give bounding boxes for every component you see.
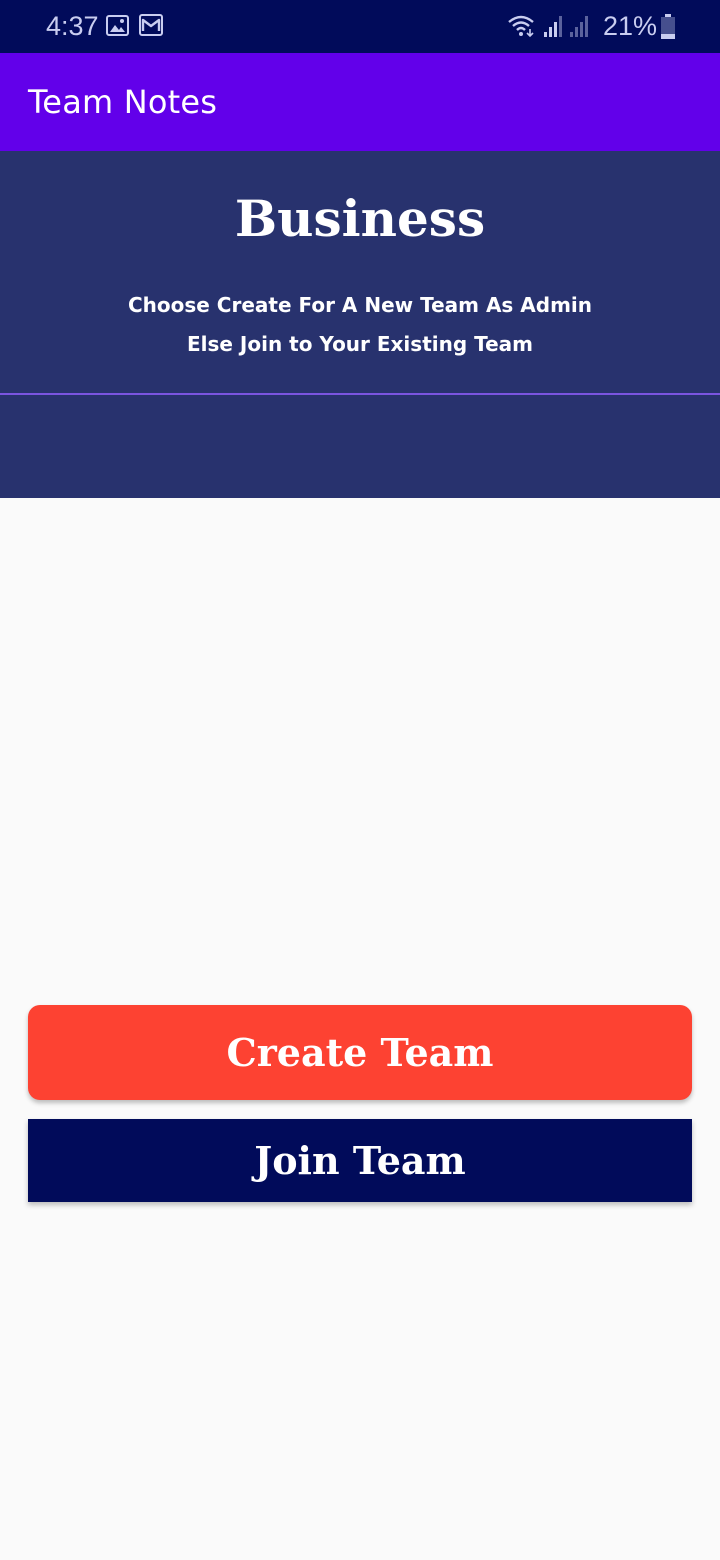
section-heading: Business: [234, 189, 486, 248]
divider: [0, 393, 720, 395]
wifi-icon: [508, 15, 534, 38]
gmail-icon: [139, 14, 163, 36]
status-time: 4:37: [46, 11, 99, 41]
app-title: Team Notes: [28, 83, 218, 121]
join-team-button[interactable]: Join Team: [28, 1119, 692, 1202]
header-panel: Business Choose Create For A New Team As…: [0, 151, 720, 498]
create-team-button[interactable]: Create Team: [28, 1005, 692, 1100]
instruction-line-1: Choose Create For A New Team As Admin: [127, 293, 593, 317]
signal-icon: [570, 16, 588, 37]
status-bar: 4:37 21%: [0, 0, 720, 53]
create-team-label: Create Team: [226, 1030, 494, 1075]
battery-percent: 21%: [603, 11, 658, 41]
signal-icon: [544, 16, 562, 37]
gallery-icon: [106, 15, 129, 36]
app-bar: Team Notes: [0, 53, 720, 151]
battery-icon: [661, 14, 675, 39]
join-team-label: Join Team: [254, 1138, 466, 1183]
instruction-line-2: Else Join to Your Existing Team: [186, 332, 534, 356]
